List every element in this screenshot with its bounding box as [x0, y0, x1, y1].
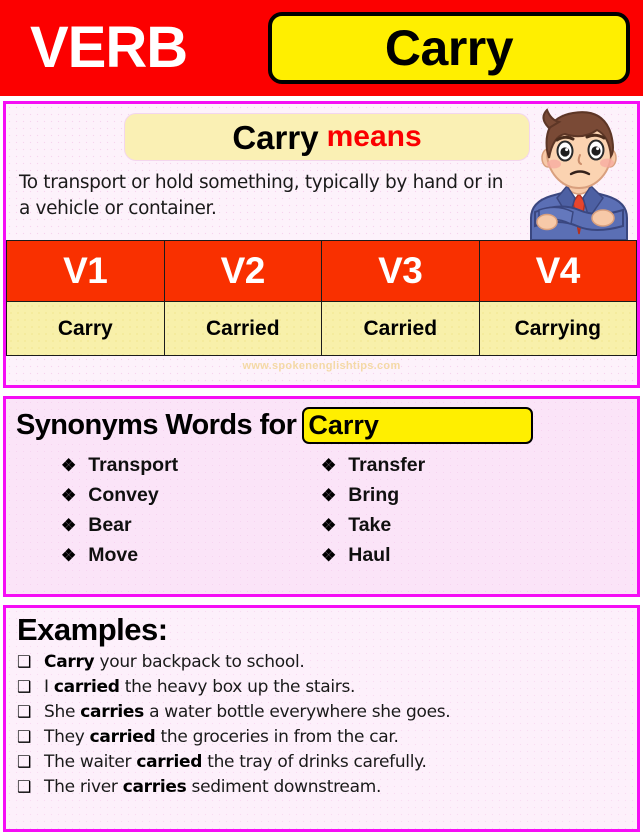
header-band: VERB Carry [0, 0, 643, 96]
synonym-label: Transport [88, 454, 179, 476]
checkbox-icon: ❑ [17, 651, 32, 671]
table-header-row: V1 V2 V3 V4 [6, 240, 637, 302]
category-label: VERB [30, 15, 188, 80]
form-header-v1: V1 [6, 240, 165, 302]
diamond-bullet-icon: ❖ [61, 546, 77, 565]
synonyms-chip-text: Carry [308, 410, 379, 440]
form-header-v4: V4 [478, 240, 637, 302]
examples-list: ❑ Carry your backpack to school. ❑ I car… [6, 648, 637, 802]
diamond-bullet-icon: ❖ [321, 486, 337, 505]
list-item: ❖ Bear [61, 514, 321, 544]
definition-panel: Carry means To transport or hold somethi… [3, 101, 640, 388]
diamond-bullet-icon: ❖ [61, 516, 77, 535]
list-item: ❖ Convey [61, 484, 321, 514]
synonyms-right-column: ❖ Transfer ❖ Bring ❖ Take ❖ Haul [321, 454, 581, 574]
list-item: ❖ Transfer [321, 454, 581, 484]
checkbox-icon: ❑ [17, 701, 32, 721]
example-sentence: The river carries sediment downstream. [44, 776, 382, 797]
examples-panel: Examples: ❑ Carry your backpack to schoo… [3, 605, 640, 832]
table-row: Carry Carried Carried Carrying [6, 301, 637, 356]
definition-text: To transport or hold something, typicall… [19, 172, 504, 220]
watermark: www.spokenenglishtips.com [242, 360, 401, 372]
list-item: ❖ Haul [321, 544, 581, 574]
example-sentence: She carries a water bottle everywhere sh… [44, 701, 451, 722]
list-item: ❑ Carry your backpack to school. [17, 652, 637, 677]
list-item: ❑ I carried the heavy box up the stairs. [17, 677, 637, 702]
synonyms-title: Synonyms Words for [16, 409, 297, 441]
means-pill-word: Carry [232, 118, 319, 156]
form-header-v3: V3 [321, 240, 480, 302]
list-item: ❖ Bring [321, 484, 581, 514]
example-sentence: I carried the heavy box up the stairs. [44, 676, 356, 697]
means-pill: Carry means [124, 113, 530, 161]
list-item: ❑ The river carries sediment downstream. [17, 777, 637, 802]
form-value-v3: Carried [321, 301, 480, 356]
diamond-bullet-icon: ❖ [61, 456, 77, 475]
form-value-v1: Carry [6, 301, 165, 356]
checkbox-icon: ❑ [17, 726, 32, 746]
synonyms-panel: Synonyms Words for Carry ❖ Transport ❖ C… [3, 396, 640, 597]
synonym-label: Bear [88, 514, 132, 536]
list-item: ❖ Take [321, 514, 581, 544]
confused-man-illustration [517, 106, 635, 240]
examples-title: Examples: [17, 612, 168, 647]
list-item: ❑ She carries a water bottle everywhere … [17, 702, 637, 727]
list-item: ❖ Move [61, 544, 321, 574]
verb-infographic-page: VERB Carry Carry means To transport or h… [0, 0, 643, 835]
checkbox-icon: ❑ [17, 776, 32, 796]
synonym-label: Haul [348, 544, 391, 566]
synonym-label: Move [88, 544, 139, 566]
checkbox-icon: ❑ [17, 751, 32, 771]
list-item: ❖ Transport [61, 454, 321, 484]
form-header-v2: V2 [163, 240, 322, 302]
example-sentence: They carried the groceries in from the c… [44, 726, 399, 747]
synonyms-left-column: ❖ Transport ❖ Convey ❖ Bear ❖ Move [61, 454, 321, 574]
synonyms-columns: ❖ Transport ❖ Convey ❖ Bear ❖ Move ❖ Tra… [6, 444, 637, 574]
example-sentence: Carry your backpack to school. [44, 651, 305, 672]
diamond-bullet-icon: ❖ [321, 456, 337, 475]
checkbox-icon: ❑ [17, 676, 32, 696]
headword-box: Carry [268, 12, 630, 84]
synonym-label: Take [348, 514, 392, 536]
list-item: ❑ The waiter carried the tray of drinks … [17, 752, 637, 777]
synonyms-heading: Synonyms Words for Carry [6, 399, 637, 444]
verb-forms-table: V1 V2 V3 V4 Carry Carried Carried Carryi… [6, 240, 637, 356]
synonyms-word-chip: Carry [302, 407, 534, 444]
definition-area: Carry means To transport or hold somethi… [6, 104, 637, 240]
synonym-label: Convey [88, 484, 159, 506]
diamond-bullet-icon: ❖ [321, 546, 337, 565]
headword-text: Carry [384, 20, 514, 76]
diamond-bullet-icon: ❖ [61, 486, 77, 505]
list-item: ❑ They carried the groceries in from the… [17, 727, 637, 752]
example-sentence: The waiter carried the tray of drinks ca… [44, 751, 427, 772]
means-pill-suffix: means [326, 120, 422, 153]
synonym-label: Transfer [348, 454, 426, 476]
form-value-v2: Carried [163, 301, 322, 356]
form-value-v4: Carrying [478, 301, 637, 356]
diamond-bullet-icon: ❖ [321, 516, 337, 535]
synonym-label: Bring [348, 484, 400, 506]
